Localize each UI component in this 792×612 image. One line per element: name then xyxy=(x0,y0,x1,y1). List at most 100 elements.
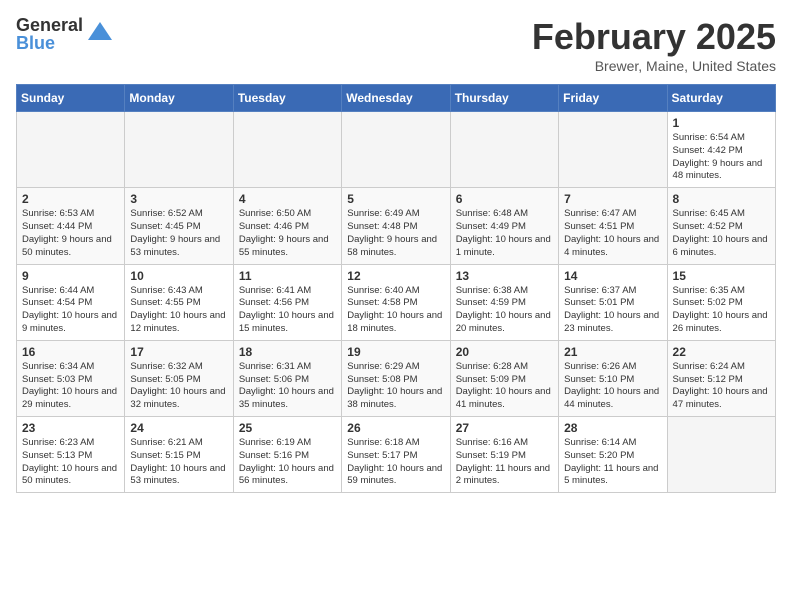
calendar-cell: 7 Sunrise: 6:47 AM Sunset: 4:51 PM Daylig… xyxy=(559,188,667,264)
day-number: 9 xyxy=(22,269,119,283)
day-number: 13 xyxy=(456,269,553,283)
weekday-header-monday: Monday xyxy=(125,85,233,112)
location: Brewer, Maine, United States xyxy=(532,58,776,74)
day-number: 22 xyxy=(673,345,770,359)
calendar-cell: 23 Sunrise: 6:23 AM Sunset: 5:13 PM Dayli… xyxy=(17,417,125,493)
calendar-cell: 17Sunrise: 6:32 AM Sunset: 5:05 PM Dayli… xyxy=(125,340,233,416)
day-number: 16 xyxy=(22,345,119,359)
day-number: 11 xyxy=(239,269,336,283)
day-number: 21 xyxy=(564,345,661,359)
day-info: Sunrise: 6:23 AM Sunset: 5:13 PM Dayligh… xyxy=(22,437,119,488)
day-number: 10 xyxy=(130,269,227,283)
day-number: 1 xyxy=(673,116,770,130)
day-info: Sunrise: 6:21 AM Sunset: 5:15 PM Dayligh… xyxy=(130,437,227,488)
day-info: Sunrise: 6:40 AM Sunset: 4:58 PM Dayligh… xyxy=(347,285,444,336)
calendar-cell: 26 Sunrise: 6:18 AM Sunset: 5:17 PM Dayli… xyxy=(342,417,450,493)
calendar-cell: 16 Sunrise: 6:34 AM Sunset: 5:03 PM Dayli… xyxy=(17,340,125,416)
page-header: General Blue February 2025 Brewer, Maine… xyxy=(16,16,776,74)
day-number: 3 xyxy=(130,192,227,206)
day-info: Sunrise: 6:52 AM Sunset: 4:45 PM Dayligh… xyxy=(130,208,227,259)
calendar-cell xyxy=(233,112,341,188)
calendar-cell: 22 Sunrise: 6:24 AM Sunset: 5:12 PM Dayli… xyxy=(667,340,775,416)
day-number: 12 xyxy=(347,269,444,283)
calendar-cell: 25Sunrise: 6:19 AM Sunset: 5:16 PM Dayli… xyxy=(233,417,341,493)
calendar-cell: 9 Sunrise: 6:44 AM Sunset: 4:54 PM Daylig… xyxy=(17,264,125,340)
day-number: 8 xyxy=(673,192,770,206)
calendar-table: SundayMondayTuesdayWednesdayThursdayFrid… xyxy=(16,84,776,493)
calendar-week-row: 2Sunrise: 6:53 AM Sunset: 4:44 PM Daylig… xyxy=(17,188,776,264)
day-number: 18 xyxy=(239,345,336,359)
day-info: Sunrise: 6:19 AM Sunset: 5:16 PM Dayligh… xyxy=(239,437,336,488)
day-info: Sunrise: 6:38 AM Sunset: 4:59 PM Dayligh… xyxy=(456,285,553,336)
calendar-cell: 20 Sunrise: 6:28 AM Sunset: 5:09 PM Dayli… xyxy=(450,340,558,416)
calendar-cell: 8 Sunrise: 6:45 AM Sunset: 4:52 PM Daylig… xyxy=(667,188,775,264)
title-block: February 2025 Brewer, Maine, United Stat… xyxy=(532,16,776,74)
calendar-cell: 13 Sunrise: 6:38 AM Sunset: 4:59 PM Dayli… xyxy=(450,264,558,340)
day-info: Sunrise: 6:45 AM Sunset: 4:52 PM Dayligh… xyxy=(673,208,770,259)
calendar-cell: 19Sunrise: 6:29 AM Sunset: 5:08 PM Dayli… xyxy=(342,340,450,416)
logo-general: General xyxy=(16,16,83,34)
calendar-week-row: 9 Sunrise: 6:44 AM Sunset: 4:54 PM Daylig… xyxy=(17,264,776,340)
weekday-header-tuesday: Tuesday xyxy=(233,85,341,112)
day-number: 19 xyxy=(347,345,444,359)
day-info: Sunrise: 6:54 AM Sunset: 4:42 PM Dayligh… xyxy=(673,132,770,183)
logo: General Blue xyxy=(16,16,114,52)
calendar-cell xyxy=(667,417,775,493)
weekday-header-friday: Friday xyxy=(559,85,667,112)
calendar-cell: 24Sunrise: 6:21 AM Sunset: 5:15 PM Dayli… xyxy=(125,417,233,493)
day-info: Sunrise: 6:48 AM Sunset: 4:49 PM Dayligh… xyxy=(456,208,553,259)
day-info: Sunrise: 6:37 AM Sunset: 5:01 PM Dayligh… xyxy=(564,285,661,336)
calendar-week-row: 23 Sunrise: 6:23 AM Sunset: 5:13 PM Dayli… xyxy=(17,417,776,493)
day-info: Sunrise: 6:49 AM Sunset: 4:48 PM Dayligh… xyxy=(347,208,444,259)
day-number: 6 xyxy=(456,192,553,206)
day-number: 7 xyxy=(564,192,661,206)
calendar-cell: 18 Sunrise: 6:31 AM Sunset: 5:06 PM Dayli… xyxy=(233,340,341,416)
calendar-week-row: 1 Sunrise: 6:54 AM Sunset: 4:42 PM Daylig… xyxy=(17,112,776,188)
day-info: Sunrise: 6:35 AM Sunset: 5:02 PM Dayligh… xyxy=(673,285,770,336)
day-number: 14 xyxy=(564,269,661,283)
day-info: Sunrise: 6:53 AM Sunset: 4:44 PM Dayligh… xyxy=(22,208,119,259)
day-info: Sunrise: 6:26 AM Sunset: 5:10 PM Dayligh… xyxy=(564,361,661,412)
calendar-cell: 15 Sunrise: 6:35 AM Sunset: 5:02 PM Dayli… xyxy=(667,264,775,340)
day-number: 5 xyxy=(347,192,444,206)
day-number: 23 xyxy=(22,421,119,435)
day-info: Sunrise: 6:44 AM Sunset: 4:54 PM Dayligh… xyxy=(22,285,119,336)
day-info: Sunrise: 6:34 AM Sunset: 5:03 PM Dayligh… xyxy=(22,361,119,412)
calendar-cell: 1 Sunrise: 6:54 AM Sunset: 4:42 PM Daylig… xyxy=(667,112,775,188)
weekday-header-thursday: Thursday xyxy=(450,85,558,112)
calendar-cell xyxy=(125,112,233,188)
logo-blue: Blue xyxy=(16,34,83,52)
day-info: Sunrise: 6:28 AM Sunset: 5:09 PM Dayligh… xyxy=(456,361,553,412)
day-info: Sunrise: 6:31 AM Sunset: 5:06 PM Dayligh… xyxy=(239,361,336,412)
day-number: 26 xyxy=(347,421,444,435)
calendar-cell xyxy=(450,112,558,188)
weekday-header-sunday: Sunday xyxy=(17,85,125,112)
day-info: Sunrise: 6:43 AM Sunset: 4:55 PM Dayligh… xyxy=(130,285,227,336)
weekday-header-row: SundayMondayTuesdayWednesdayThursdayFrid… xyxy=(17,85,776,112)
day-info: Sunrise: 6:47 AM Sunset: 4:51 PM Dayligh… xyxy=(564,208,661,259)
day-number: 27 xyxy=(456,421,553,435)
calendar-cell: 6 Sunrise: 6:48 AM Sunset: 4:49 PM Daylig… xyxy=(450,188,558,264)
calendar-cell: 10 Sunrise: 6:43 AM Sunset: 4:55 PM Dayli… xyxy=(125,264,233,340)
day-number: 20 xyxy=(456,345,553,359)
calendar-cell: 2Sunrise: 6:53 AM Sunset: 4:44 PM Daylig… xyxy=(17,188,125,264)
day-info: Sunrise: 6:32 AM Sunset: 5:05 PM Dayligh… xyxy=(130,361,227,412)
day-info: Sunrise: 6:50 AM Sunset: 4:46 PM Dayligh… xyxy=(239,208,336,259)
calendar-cell: 3 Sunrise: 6:52 AM Sunset: 4:45 PM Daylig… xyxy=(125,188,233,264)
calendar-week-row: 16 Sunrise: 6:34 AM Sunset: 5:03 PM Dayli… xyxy=(17,340,776,416)
day-info: Sunrise: 6:24 AM Sunset: 5:12 PM Dayligh… xyxy=(673,361,770,412)
day-info: Sunrise: 6:16 AM Sunset: 5:19 PM Dayligh… xyxy=(456,437,553,488)
calendar-cell: 4 Sunrise: 6:50 AM Sunset: 4:46 PM Daylig… xyxy=(233,188,341,264)
calendar-cell: 21 Sunrise: 6:26 AM Sunset: 5:10 PM Dayli… xyxy=(559,340,667,416)
calendar-cell: 5 Sunrise: 6:49 AM Sunset: 4:48 PM Daylig… xyxy=(342,188,450,264)
day-info: Sunrise: 6:18 AM Sunset: 5:17 PM Dayligh… xyxy=(347,437,444,488)
month-title: February 2025 xyxy=(532,16,776,58)
day-info: Sunrise: 6:14 AM Sunset: 5:20 PM Dayligh… xyxy=(564,437,661,488)
day-number: 15 xyxy=(673,269,770,283)
calendar-cell xyxy=(559,112,667,188)
calendar-cell: 12 Sunrise: 6:40 AM Sunset: 4:58 PM Dayli… xyxy=(342,264,450,340)
calendar-cell: 14 Sunrise: 6:37 AM Sunset: 5:01 PM Dayli… xyxy=(559,264,667,340)
day-number: 4 xyxy=(239,192,336,206)
weekday-header-saturday: Saturday xyxy=(667,85,775,112)
calendar-cell: 28Sunrise: 6:14 AM Sunset: 5:20 PM Dayli… xyxy=(559,417,667,493)
